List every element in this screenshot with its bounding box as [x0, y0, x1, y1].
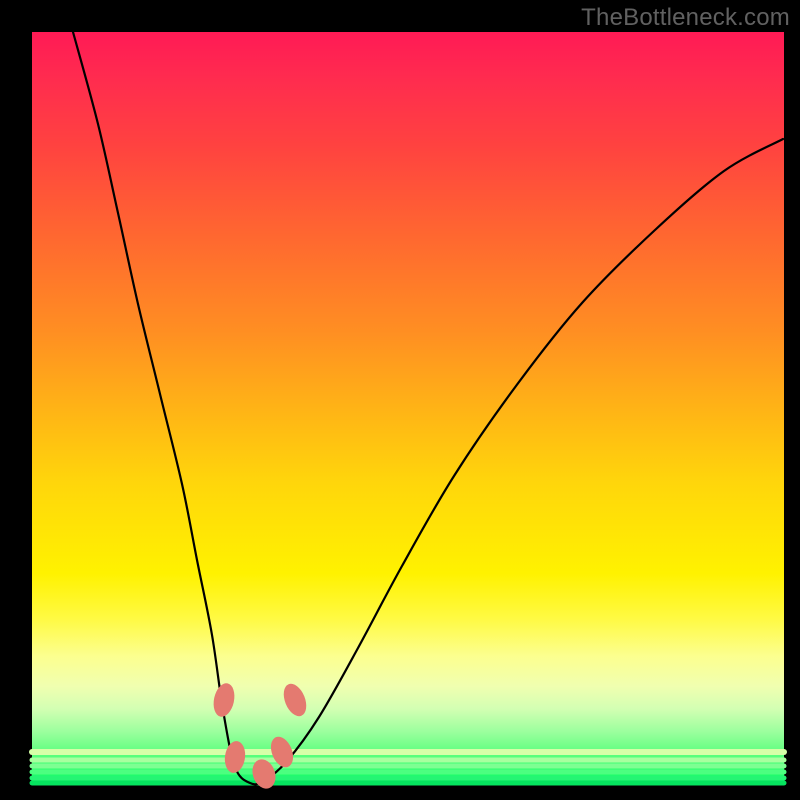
plot-area [32, 32, 784, 784]
bottleneck-curve [73, 32, 783, 784]
curve-marker [223, 740, 247, 774]
watermark-text: TheBottleneck.com [581, 4, 790, 32]
chart-frame: TheBottleneck.com [0, 0, 800, 800]
curve-svg [32, 32, 784, 784]
curve-marker [211, 681, 238, 718]
bottom-bands [32, 752, 784, 783]
curve-marker [279, 680, 310, 719]
curve-markers [211, 680, 311, 791]
